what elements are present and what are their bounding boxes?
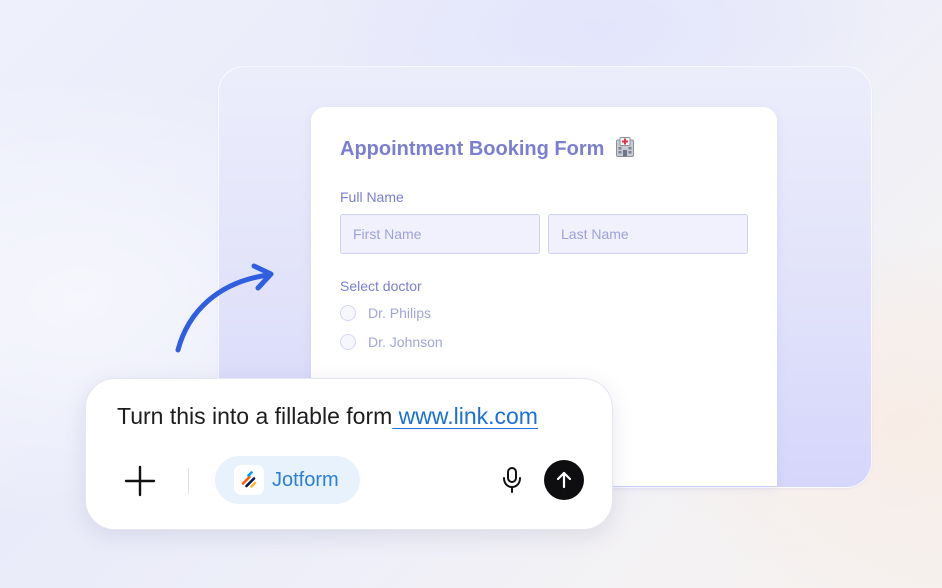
radio-button[interactable] (340, 334, 356, 350)
doctor-option-label: Dr. Johnson (368, 334, 443, 350)
prompt-input[interactable]: Turn this into a fillable form www.link.… (117, 403, 538, 430)
select-doctor-label: Select doctor (340, 278, 422, 294)
voice-input-button[interactable] (498, 465, 526, 495)
prompt-link[interactable]: www.link.com (392, 403, 538, 429)
toolbar-divider (188, 468, 189, 494)
full-name-label: Full Name (340, 189, 404, 205)
jotform-chip[interactable]: Jotform (215, 456, 360, 504)
form-title-text: Appointment Booking Form (340, 138, 605, 160)
form-title: Appointment Booking Form (340, 137, 634, 161)
arrow-up-icon (556, 471, 572, 489)
jotform-logo-icon (234, 465, 264, 495)
hospital-icon (615, 137, 634, 157)
doctor-option-label: Dr. Philips (368, 305, 432, 321)
doctor-option-philips[interactable]: Dr. Philips (340, 303, 431, 323)
microphone-icon (503, 467, 521, 493)
curved-arrow-icon (175, 263, 274, 353)
plus-icon (124, 465, 156, 497)
radio-button[interactable] (340, 305, 356, 321)
first-name-input[interactable] (340, 214, 540, 254)
prompt-text: Turn this into a fillable form (117, 403, 393, 429)
last-name-input[interactable] (548, 214, 748, 254)
jotform-chip-label: Jotform (272, 468, 339, 491)
ai-prompt-box: Turn this into a fillable form www.link.… (85, 378, 613, 530)
send-button[interactable] (544, 460, 584, 500)
add-attachment-button[interactable] (122, 463, 158, 499)
doctor-option-johnson[interactable]: Dr. Johnson (340, 332, 443, 352)
